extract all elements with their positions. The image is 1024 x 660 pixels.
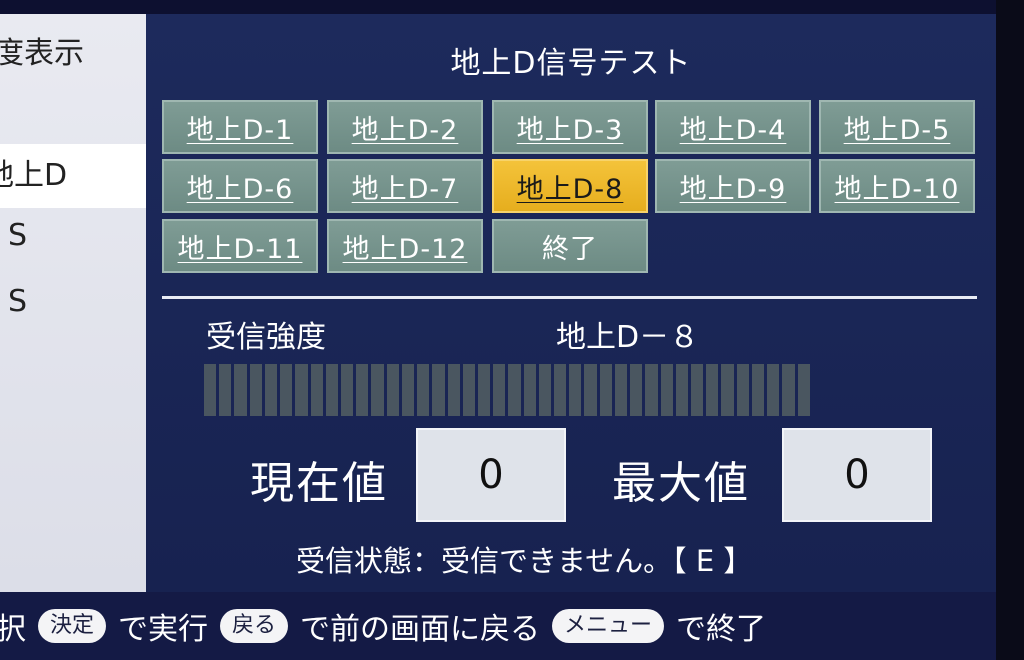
meter-segment (721, 364, 734, 416)
sidebar-item-bs[interactable]: S (8, 218, 27, 253)
help-exit: で終了 (676, 612, 767, 647)
meter-segment (782, 364, 795, 416)
meter-segment (660, 364, 673, 416)
channel-button-8[interactable]: 地上D-8 (492, 159, 648, 213)
channel-button-12[interactable]: 地上D-12 (327, 219, 483, 273)
meter-segment (356, 364, 369, 416)
meter-segment (614, 364, 628, 416)
meter-segment (538, 364, 552, 416)
meter-segment (432, 364, 445, 416)
current-value-box: 0 (416, 428, 566, 522)
meter-segment (736, 364, 749, 416)
channel-button-11[interactable]: 地上D-11 (162, 219, 318, 273)
channel-button-2[interactable]: 地上D-2 (327, 100, 483, 154)
meter-segment (675, 364, 688, 416)
max-value-label: 最大値 (612, 458, 750, 509)
channel-button-6[interactable]: 地上D-6 (162, 159, 318, 213)
sidebar-item-label: 地上D (0, 158, 68, 193)
meter-segment (554, 364, 567, 416)
meter-segment (249, 364, 262, 416)
help-back: で前の画面に戻る (300, 612, 541, 647)
max-value: 0 (844, 452, 870, 498)
tv-bezel (996, 0, 1024, 660)
exit-button[interactable]: 終了 (492, 219, 648, 273)
meter-segment (493, 364, 506, 416)
meter-segment (569, 364, 582, 416)
max-value-box: 0 (782, 428, 932, 522)
enter-key-icon: 決定 (38, 609, 107, 643)
channel-button-4[interactable]: 地上D-4 (655, 100, 811, 154)
meter-segment (386, 364, 399, 416)
meter-segment (447, 364, 460, 416)
meter-segment (204, 364, 217, 416)
meter-segment (340, 364, 354, 416)
meter-segment (751, 364, 765, 416)
meter-segment (401, 364, 415, 416)
channel-button-9[interactable]: 地上D-9 (655, 159, 811, 213)
signal-strength-label: 受信強度 (206, 320, 326, 355)
channel-button-1[interactable]: 地上D-1 (162, 100, 318, 154)
menu-key-icon: メニュー (552, 609, 665, 643)
meter-segment (523, 364, 536, 416)
meter-segment (264, 364, 278, 416)
tv-screen: 度表示 地上D S S 地上D信号テスト 地上D-1 地上D-2 地上D-3 地… (0, 0, 1024, 660)
meter-segment (584, 364, 597, 416)
sidebar-item-display[interactable]: 度表示 (0, 28, 84, 72)
current-value-label: 現在値 (250, 458, 388, 509)
meter-segment (767, 364, 780, 416)
signal-test-panel: 地上D信号テスト 地上D-1 地上D-2 地上D-3 地上D-4 地上D-5 地… (146, 14, 996, 592)
current-value: 0 (478, 452, 504, 498)
divider (162, 296, 977, 299)
help-select: 択 (0, 612, 26, 647)
meter-segment (371, 364, 384, 416)
meter-segment (295, 364, 308, 416)
page-title: 地上D信号テスト (450, 46, 692, 81)
sidebar-item-terrestrial[interactable]: 地上D (0, 144, 146, 208)
meter-segment (219, 364, 232, 416)
meter-segment (645, 364, 658, 416)
meter-segment (508, 364, 521, 416)
channel-button-3[interactable]: 地上D-3 (492, 100, 648, 154)
reception-status: 受信状態：受信できません。【 E 】 (296, 544, 753, 578)
meter-segment (234, 364, 247, 416)
meter-segment (797, 364, 810, 416)
meter-segment (310, 364, 323, 416)
help-run: で実行 (118, 612, 209, 647)
help-bar: 択 決定 で実行 戻る で前の画面に戻る メニュー で終了 (0, 592, 996, 660)
meter-segment (599, 364, 612, 416)
channel-button-7[interactable]: 地上D-7 (327, 159, 483, 213)
meter-segment (462, 364, 475, 416)
meter-segment (630, 364, 643, 416)
meter-segment (706, 364, 719, 416)
meter-segment (417, 364, 430, 416)
sidebar-item-cs[interactable]: S (8, 284, 27, 319)
signal-meter (204, 364, 810, 416)
back-key-icon: 戻る (220, 609, 289, 643)
meter-segment (325, 364, 338, 416)
meter-segment (691, 364, 704, 416)
channel-button-5[interactable]: 地上D-5 (819, 100, 975, 154)
meter-segment (477, 364, 491, 416)
channel-button-10[interactable]: 地上D-10 (819, 159, 975, 213)
meter-segment (280, 364, 293, 416)
sidebar-menu: 度表示 地上D S S (0, 14, 146, 592)
channel-name: 地上D－８ (556, 320, 700, 355)
